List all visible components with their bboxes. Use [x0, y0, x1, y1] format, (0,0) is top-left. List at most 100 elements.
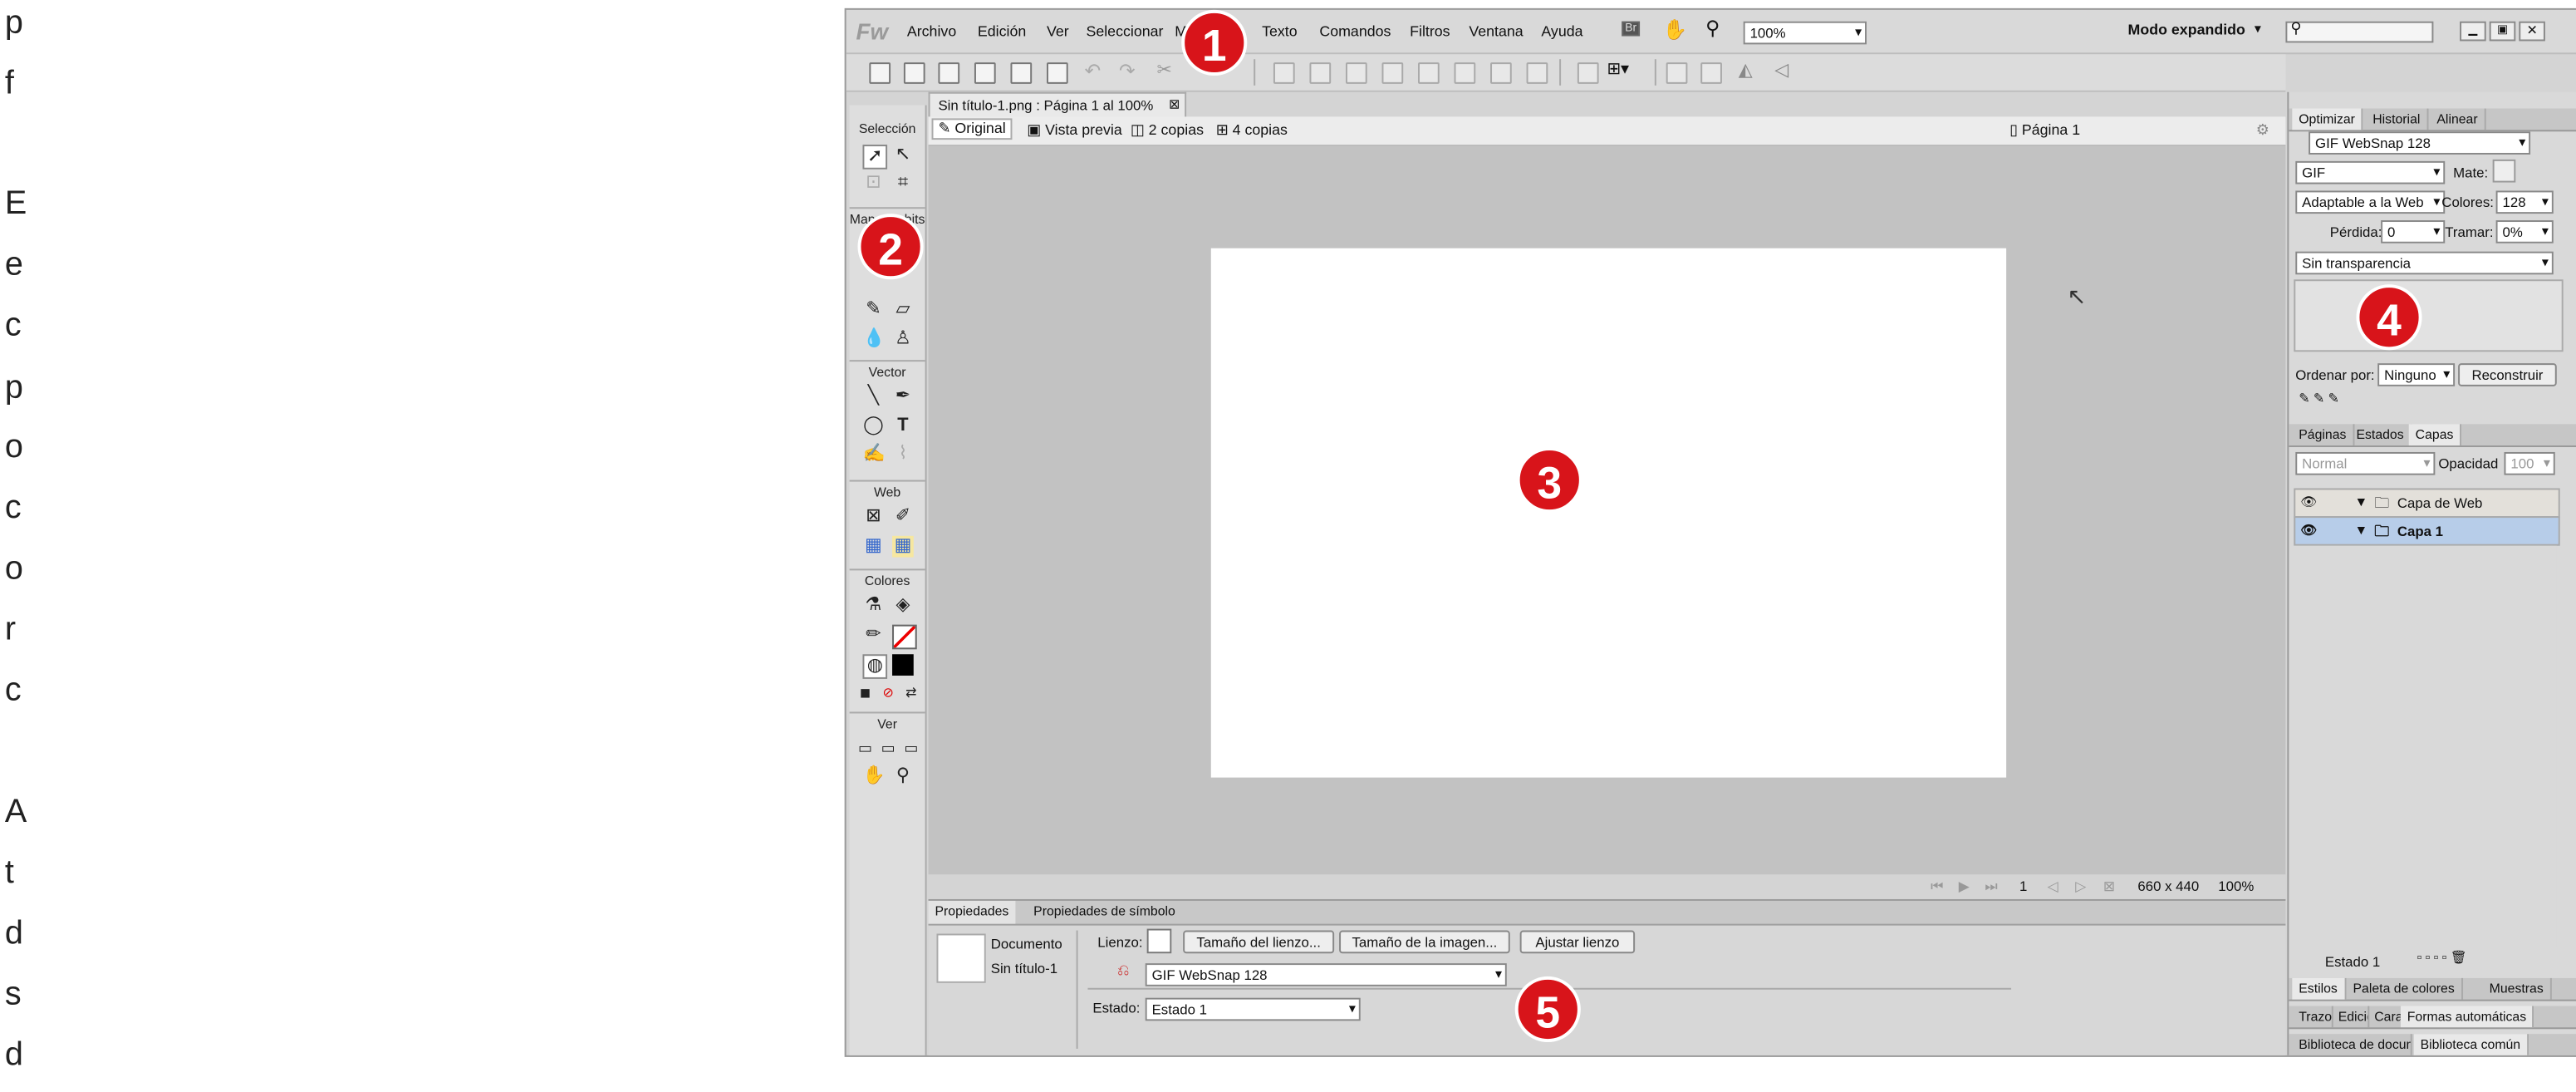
layers-list[interactable] — [2294, 545, 2557, 947]
eraser-tool-icon[interactable]: ▱ — [892, 299, 914, 321]
flip-horizontal-icon[interactable]: ◭ — [1739, 59, 1753, 81]
shape-tool-icon[interactable]: ◯ — [862, 416, 884, 437]
rotate-ccw-icon[interactable] — [1700, 62, 1722, 84]
image-size-button[interactable]: Tamaño de la imagen... — [1339, 930, 1510, 954]
document-tab[interactable]: Sin título-1.png : Página 1 al 100% ⊠ — [928, 91, 1187, 117]
text-tool-icon[interactable]: T — [892, 416, 914, 437]
slice-tool-icon[interactable]: ✐ — [892, 506, 914, 528]
matte-swatch[interactable] — [2492, 159, 2516, 183]
fullscreen-icon[interactable]: ▭ — [900, 738, 922, 760]
menu-ventana[interactable]: Ventana — [1469, 23, 1523, 40]
redo-icon[interactable]: ↷ — [1119, 59, 1136, 82]
next-frame-icon[interactable]: ▷ — [2075, 878, 2086, 896]
menu-comandos[interactable]: Comandos — [1319, 23, 1391, 40]
tab-caracteres[interactable]: Caracteres — [2367, 1006, 2402, 1028]
ungroup-icon[interactable] — [1309, 62, 1332, 84]
open-icon[interactable] — [938, 62, 960, 84]
paint-bucket-icon[interactable]: ◈ — [892, 595, 914, 617]
tab-paleta-de-colores[interactable]: Paleta de colores — [2347, 977, 2463, 1000]
print-icon[interactable] — [1046, 62, 1068, 84]
stop-icon[interactable]: ⊠ — [2103, 878, 2115, 896]
fit-canvas-button[interactable]: Ajustar lienzo — [1519, 930, 1636, 954]
canvas-color-swatch[interactable] — [1146, 928, 1172, 954]
tab-estados[interactable]: Estados — [2350, 424, 2412, 446]
palette-select[interactable]: Adaptable a la Web — [2295, 190, 2446, 214]
swap-colors-icon[interactable]: ⇄ — [900, 682, 922, 704]
menu-ver[interactable]: Ver — [1047, 23, 1069, 40]
tab-4-copias[interactable]: ⊞ 4 copias — [1211, 121, 1293, 140]
layer-actions-icons[interactable]: ▫ ▫ ▫ ▫ 🗑 — [2417, 950, 2467, 965]
tab-muestras[interactable]: Muestras — [2483, 977, 2552, 1000]
knife-tool-icon[interactable]: ⌇ — [892, 444, 914, 465]
fill-color-icon[interactable]: ◍ — [862, 654, 888, 679]
sort-select[interactable]: Ninguno — [2377, 363, 2456, 386]
menu-seleccionar[interactable]: Seleccionar — [1086, 23, 1163, 40]
menu-texto[interactable]: Texto — [1262, 23, 1298, 40]
tab-paginas[interactable]: Páginas — [2292, 424, 2355, 446]
stroke-color-icon[interactable]: ✏ — [862, 625, 884, 647]
canvas-size-button[interactable]: Tamaño del lienzo... — [1183, 930, 1335, 954]
optimize-preset-select[interactable]: GIF WebSnap 128 — [2309, 131, 2531, 155]
color-table[interactable] — [2294, 279, 2564, 352]
scale-tool-icon[interactable]: ⊡ — [862, 173, 884, 194]
import-icon[interactable] — [974, 62, 996, 84]
undo-icon[interactable]: ↶ — [1084, 59, 1101, 82]
search-input[interactable]: ⚲ — [2285, 20, 2434, 43]
workspace-mode[interactable]: Modo expandido — [2128, 22, 2245, 38]
tab-trazo[interactable]: Trazo — [2292, 1006, 2333, 1028]
tab-biblioteca-comun[interactable]: Biblioteca común — [2413, 1034, 2529, 1055]
state-select[interactable]: Estado 1 — [1145, 997, 1361, 1021]
bring-front-icon[interactable] — [1418, 62, 1440, 84]
split-icon[interactable] — [1381, 62, 1404, 84]
play-icon[interactable]: ▶ — [1959, 878, 1970, 896]
save-icon[interactable] — [903, 62, 925, 84]
eye-icon[interactable]: 👁 — [2300, 489, 2317, 516]
loss-input[interactable]: 0 — [2381, 220, 2446, 243]
hide-slices-icon[interactable]: ▦ — [862, 536, 884, 558]
pointer-tool-icon[interactable]: ➚ — [862, 145, 888, 170]
menu-edicion[interactable]: Edición — [978, 23, 1026, 40]
align-icon[interactable]: ⊞▾ — [1607, 61, 1629, 79]
send-backward-icon[interactable] — [1490, 62, 1512, 84]
close-icon[interactable]: ⊠ — [1169, 94, 1180, 117]
rebuild-button[interactable]: Reconstruir — [2458, 363, 2557, 386]
flip-vertical-icon[interactable]: ◁ — [1774, 59, 1788, 81]
tab-propiedades-de-simbolo[interactable]: Propiedades de símbolo — [1027, 901, 1181, 924]
page-selector[interactable]: ▯ Página 1 — [2004, 121, 2085, 140]
stroke-swatch-icon[interactable] — [892, 624, 917, 650]
send-back-icon[interactable] — [1526, 62, 1548, 84]
prev-frame-icon[interactable]: ◁ — [2048, 878, 2058, 896]
tab-alinear[interactable]: Alinear — [2430, 108, 2486, 130]
first-frame-icon[interactable]: ⏮ — [1931, 878, 1943, 896]
expand-icon[interactable]: ▼ — [2354, 518, 2367, 544]
no-color-icon[interactable]: ⊘ — [877, 682, 899, 704]
dither-input[interactable]: 0% — [2495, 220, 2554, 243]
color-edit-icons[interactable]: ✎ ✎ ✎ — [2299, 391, 2339, 406]
tab-historial[interactable]: Historial — [2366, 108, 2429, 130]
tab-edicion[interactable]: Edición — [2332, 1006, 2370, 1028]
eye-icon[interactable]: 👁 — [2300, 518, 2317, 544]
fill-swatch-icon[interactable] — [892, 654, 914, 676]
format-select[interactable]: GIF — [2295, 160, 2446, 184]
expand-icon[interactable]: ▼ — [2354, 489, 2367, 516]
blend-mode-select[interactable]: Normal — [2295, 451, 2436, 475]
export-settings-select[interactable]: GIF WebSnap 128 — [1145, 963, 1507, 986]
standard-screen-icon[interactable]: ▭ — [855, 738, 876, 760]
new-file-icon[interactable] — [869, 62, 891, 84]
tab-original[interactable]: ✎ Original — [931, 118, 1013, 140]
eyedropper-icon[interactable]: ⚗ — [862, 595, 884, 617]
colors-select[interactable]: 128 — [2495, 190, 2554, 214]
join-icon[interactable] — [1345, 62, 1367, 84]
symbol-icon[interactable] — [1577, 62, 1599, 84]
hand-tool-icon[interactable]: ✋ — [862, 766, 885, 788]
export-icon[interactable] — [1010, 62, 1033, 84]
group-icon[interactable] — [1273, 62, 1295, 84]
menu-archivo[interactable]: Archivo — [907, 23, 956, 40]
page-options-icon[interactable]: ⚙ — [2251, 121, 2274, 140]
tab-capas[interactable]: Capas — [2408, 424, 2462, 446]
tab-optimizar[interactable]: Optimizar — [2292, 108, 2363, 130]
last-frame-icon[interactable]: ⏭ — [1985, 878, 1997, 896]
zoom-icon[interactable]: ⚲ — [1705, 17, 1720, 40]
bridge-icon[interactable]: Br — [1622, 21, 1641, 37]
tab-propiedades[interactable]: Propiedades — [928, 900, 1016, 924]
